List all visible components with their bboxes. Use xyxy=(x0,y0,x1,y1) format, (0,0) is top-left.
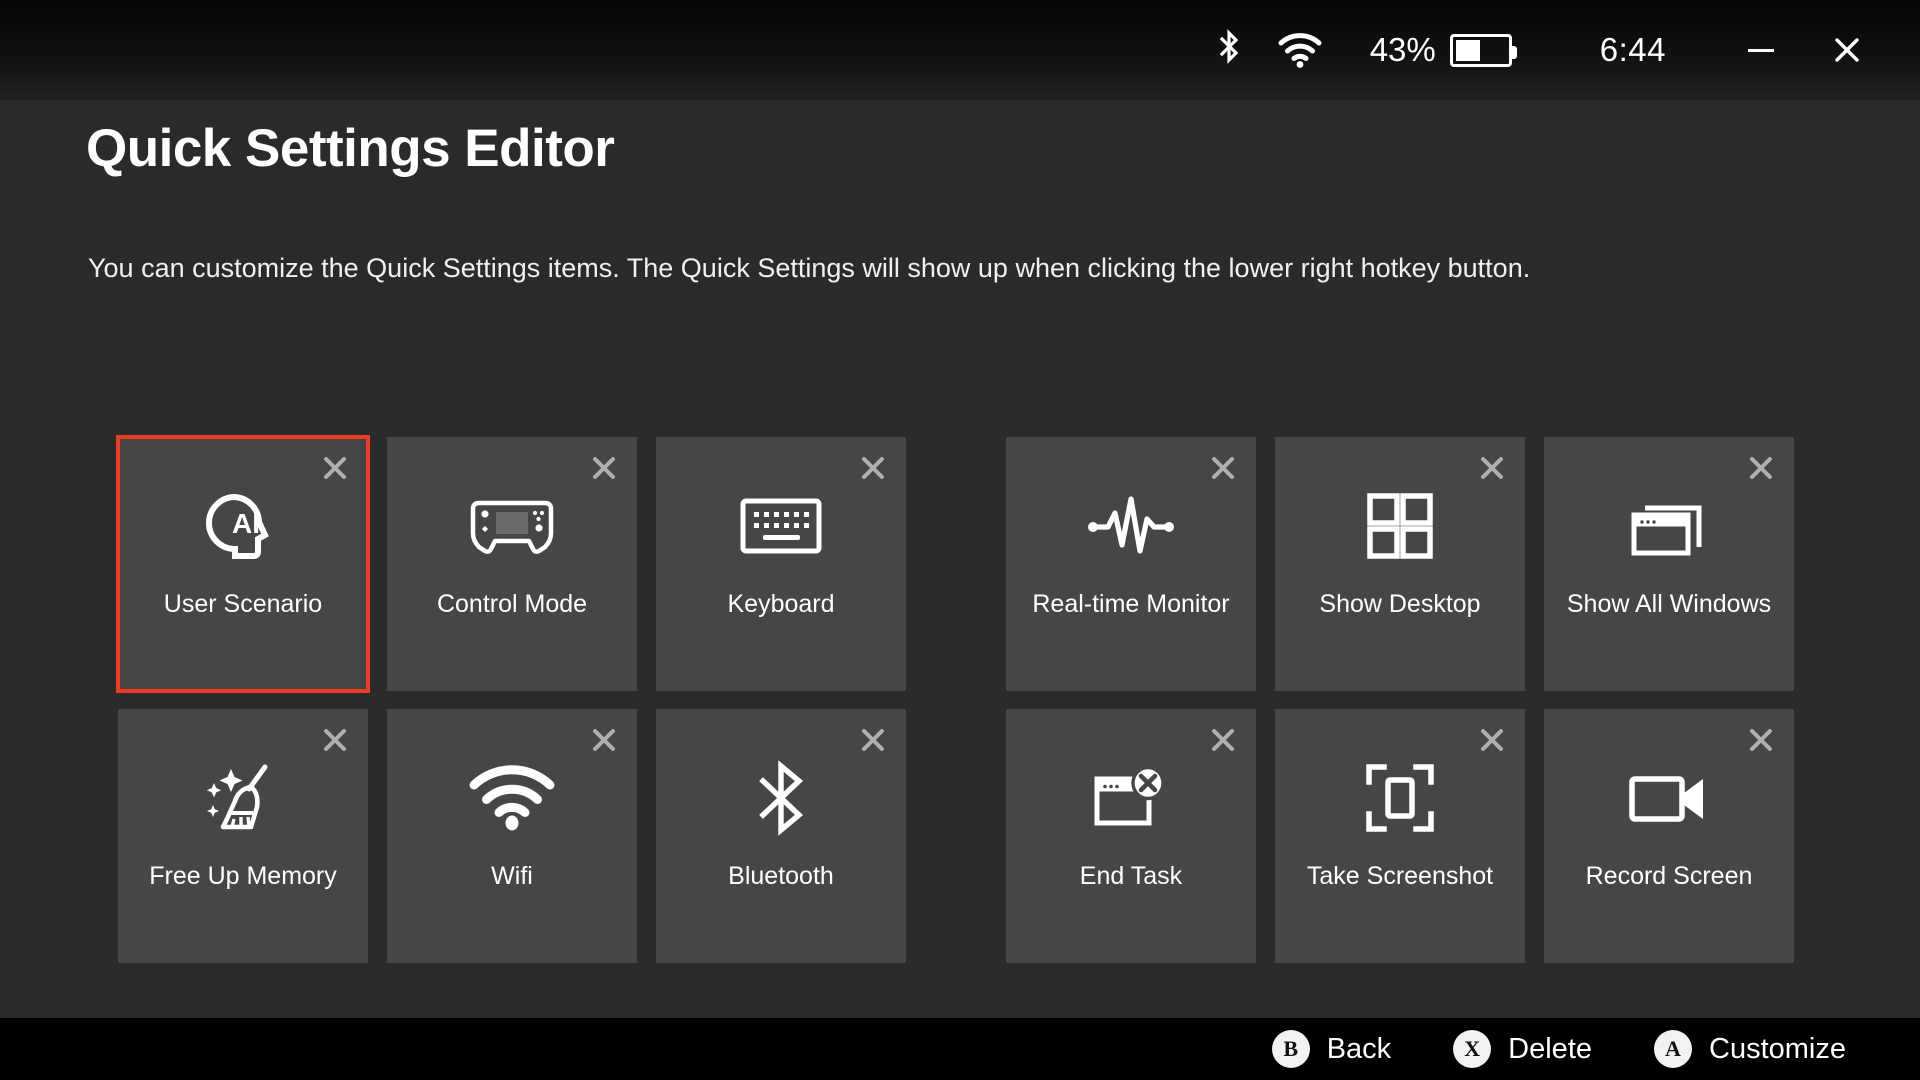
quick-settings-tile-grid: AI User Scenario Control Mode Keyboard R… xyxy=(116,435,1794,963)
hint-label: Delete xyxy=(1508,1032,1592,1065)
hint-customize[interactable]: A Customize xyxy=(1654,1030,1846,1068)
system-status-bar: 43% 6:44 xyxy=(0,0,1920,100)
tile-bluetooth[interactable]: Bluetooth xyxy=(656,709,906,963)
broom-sparkle-icon xyxy=(201,761,285,835)
waveform-pulse-icon xyxy=(1086,489,1176,563)
tile-keyboard[interactable]: Keyboard xyxy=(656,437,906,691)
tile-group-left: Free Up Memory Wifi Bluetooth xyxy=(118,709,906,963)
tile-control-mode[interactable]: Control Mode xyxy=(387,437,637,691)
tile-label: Free Up Memory xyxy=(149,862,337,890)
button-x-icon: X xyxy=(1453,1030,1492,1068)
bluetooth-icon xyxy=(1214,29,1244,71)
close-icon[interactable] xyxy=(589,453,619,483)
tile-label: Take Screenshot xyxy=(1306,862,1494,890)
video-camera-icon xyxy=(1627,761,1711,835)
tile-label: Keyboard xyxy=(727,590,835,618)
clock-label: 6:44 xyxy=(1599,31,1666,68)
button-b-icon: B xyxy=(1271,1030,1310,1068)
tile-wifi[interactable]: Wifi xyxy=(387,709,637,963)
hint-label: Customize xyxy=(1709,1032,1846,1065)
handheld-console-icon xyxy=(465,489,559,563)
close-icon[interactable] xyxy=(1477,453,1507,483)
window-close-button[interactable] xyxy=(1824,27,1870,73)
tile-label: Real-time Monitor xyxy=(1032,590,1230,618)
button-a-icon: A xyxy=(1654,1030,1692,1068)
tile-label: Record Screen xyxy=(1585,862,1753,890)
window-close-icon xyxy=(1091,761,1171,835)
close-icon[interactable] xyxy=(320,725,350,755)
tile-label: User Scenario xyxy=(163,590,323,618)
tile-group-right: End Task Take Screenshot Record Screen xyxy=(1006,709,1794,963)
close-icon[interactable] xyxy=(1746,725,1776,755)
button-hint-bar: B Back X Delete A Customize xyxy=(0,1018,1920,1080)
tile-label: Wifi xyxy=(491,862,533,890)
close-icon[interactable] xyxy=(858,725,888,755)
close-icon[interactable] xyxy=(1746,453,1776,483)
minimize-icon xyxy=(1748,48,1774,52)
tile-record-screen[interactable]: Record Screen xyxy=(1544,709,1794,963)
tile-real-time-monitor[interactable]: Real-time Monitor xyxy=(1006,437,1256,691)
close-icon[interactable] xyxy=(1208,725,1238,755)
hint-label: Back xyxy=(1326,1032,1392,1065)
tile-label: End Task xyxy=(1079,862,1183,890)
keyboard-icon xyxy=(739,489,823,563)
close-icon[interactable] xyxy=(1477,725,1507,755)
tile-label: Control Mode xyxy=(436,590,588,618)
tile-row: AI User Scenario Control Mode Keyboard R… xyxy=(116,435,1794,693)
bluetooth-icon xyxy=(753,760,809,836)
tile-free-up-memory[interactable]: Free Up Memory xyxy=(118,709,368,963)
tile-row: Free Up Memory Wifi Bluetooth End Task T… xyxy=(118,709,1794,963)
tile-show-all-windows[interactable]: Show All Windows xyxy=(1544,437,1794,691)
tile-end-task[interactable]: End Task xyxy=(1006,709,1256,963)
wifi-icon xyxy=(469,761,555,835)
close-icon[interactable] xyxy=(1208,453,1238,483)
tile-label: Show Desktop xyxy=(1319,590,1481,618)
battery-level-fill xyxy=(1455,39,1480,61)
svg-text:AI: AI xyxy=(232,508,260,539)
tile-group-right: Real-time Monitor Show Desktop Show All … xyxy=(1006,437,1794,691)
tile-label: Bluetooth xyxy=(728,862,834,890)
wifi-icon xyxy=(1278,32,1322,68)
tile-show-desktop[interactable]: Show Desktop xyxy=(1275,437,1525,691)
tile-take-screenshot[interactable]: Take Screenshot xyxy=(1275,709,1525,963)
minimize-button[interactable] xyxy=(1738,27,1784,73)
close-icon[interactable] xyxy=(858,453,888,483)
tile-user-scenario[interactable]: AI User Scenario xyxy=(116,435,370,693)
tile-label: Show All Windows xyxy=(1566,590,1772,618)
page-description: You can customize the Quick Settings ite… xyxy=(88,253,1531,283)
battery-icon xyxy=(1449,33,1517,67)
battery-percent-label: 43% xyxy=(1369,31,1436,68)
tile-group-left: AI User Scenario Control Mode Keyboard xyxy=(116,435,906,693)
battery-indicator: 43% xyxy=(1369,31,1517,69)
tile-group-separator xyxy=(906,709,1006,963)
close-icon xyxy=(1835,38,1859,62)
stacked-windows-icon xyxy=(1627,489,1711,563)
hint-back[interactable]: B Back xyxy=(1271,1030,1392,1068)
crop-frame-icon xyxy=(1364,761,1436,835)
tile-group-separator xyxy=(906,437,1006,691)
page-title: Quick Settings Editor xyxy=(86,119,615,178)
hint-delete[interactable]: X Delete xyxy=(1453,1030,1592,1068)
close-icon[interactable] xyxy=(589,725,619,755)
ai-head-icon: AI xyxy=(204,489,282,563)
close-icon[interactable] xyxy=(320,453,350,483)
four-squares-icon xyxy=(1365,489,1435,563)
